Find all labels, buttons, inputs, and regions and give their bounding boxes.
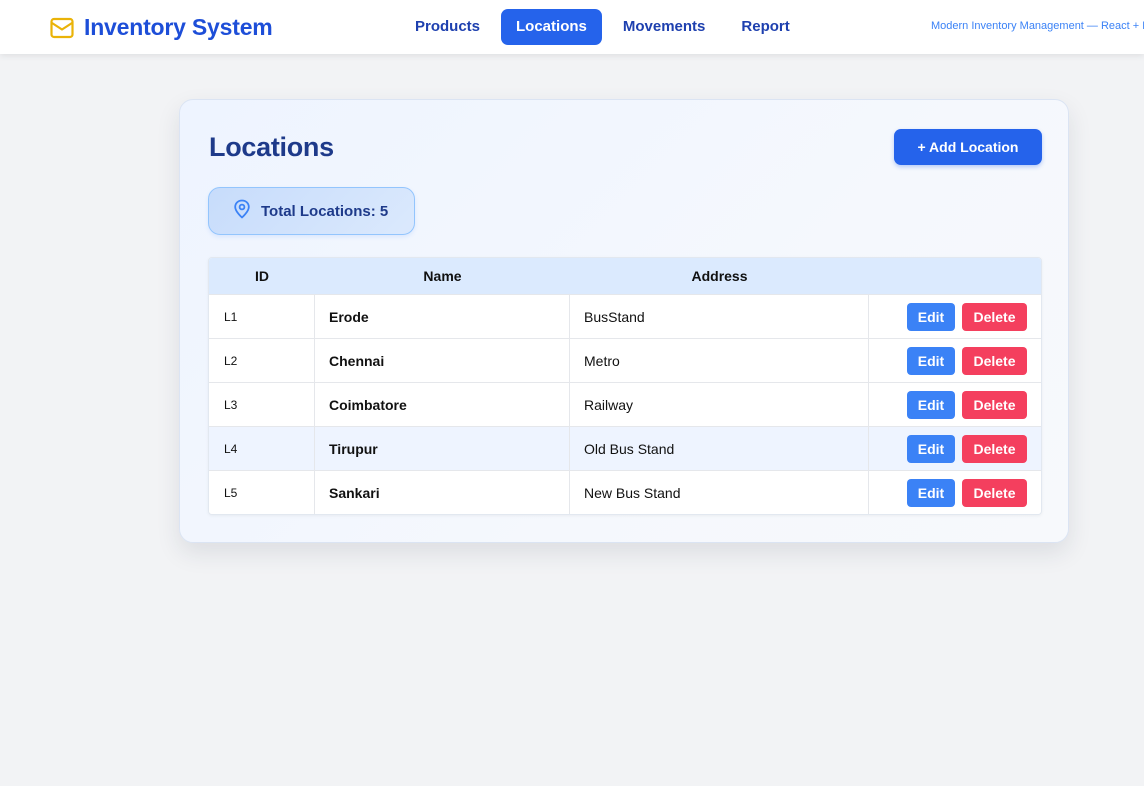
- edit-button[interactable]: Edit: [907, 479, 955, 507]
- delete-button[interactable]: Delete: [962, 479, 1027, 507]
- add-location-button[interactable]: + Add Location: [894, 129, 1042, 165]
- location-id: L2: [209, 339, 315, 383]
- table-row: L2 Chennai Metro Edit Delete: [209, 338, 1041, 383]
- locations-card: Locations + Add Location Total Locations…: [179, 99, 1069, 543]
- edit-button[interactable]: Edit: [907, 347, 955, 375]
- location-name: Erode: [315, 295, 570, 339]
- location-name: Sankari: [315, 471, 570, 514]
- page-title: Locations: [209, 132, 334, 162]
- main-nav: Products Locations Movements Report: [400, 9, 811, 45]
- location-address: New Bus Stand: [570, 471, 869, 514]
- location-address: Railway: [570, 383, 869, 427]
- delete-button[interactable]: Delete: [962, 303, 1027, 331]
- location-address: Metro: [570, 339, 869, 383]
- column-header-actions: [869, 258, 1041, 294]
- top-navbar: Inventory System Products Locations Move…: [0, 0, 1144, 54]
- location-id: L5: [209, 471, 315, 514]
- edit-button[interactable]: Edit: [907, 435, 955, 463]
- column-header-address: Address: [691, 268, 748, 284]
- brand[interactable]: Inventory System: [50, 14, 273, 41]
- delete-button[interactable]: Delete: [962, 391, 1027, 419]
- brand-title: Inventory System: [84, 14, 273, 40]
- row-actions: Edit Delete: [869, 295, 1041, 339]
- nav-report[interactable]: Report: [726, 9, 804, 45]
- edit-button[interactable]: Edit: [907, 391, 955, 419]
- nav-products[interactable]: Products: [400, 9, 495, 45]
- location-address: BusStand: [570, 295, 869, 339]
- locations-table: ID Name Address L1 Erode BusStand Edit D…: [208, 257, 1042, 515]
- map-pin-icon: [233, 199, 251, 224]
- delete-button[interactable]: Delete: [962, 347, 1027, 375]
- table-row: L4 Tirupur Old Bus Stand Edit Delete: [209, 426, 1041, 471]
- edit-button[interactable]: Edit: [907, 303, 955, 331]
- total-locations-badge: Total Locations: 5: [208, 187, 415, 235]
- location-name: Chennai: [315, 339, 570, 383]
- table-header: ID Name Address: [209, 258, 1041, 294]
- row-actions: Edit Delete: [869, 383, 1041, 427]
- location-name: Coimbatore: [315, 383, 570, 427]
- total-locations-label: Total Locations: 5: [261, 202, 389, 220]
- location-address: Old Bus Stand: [570, 427, 869, 471]
- nav-locations[interactable]: Locations: [501, 9, 602, 45]
- delete-button[interactable]: Delete: [962, 435, 1027, 463]
- column-header-name: Name: [423, 268, 462, 284]
- mail-box-icon: [50, 17, 74, 39]
- location-id: L1: [209, 295, 315, 339]
- row-actions: Edit Delete: [869, 471, 1041, 514]
- location-id: L4: [209, 427, 315, 471]
- table-row: L5 Sankari New Bus Stand Edit Delete: [209, 470, 1041, 514]
- table-row: L1 Erode BusStand Edit Delete: [209, 294, 1041, 339]
- table-row: L3 Coimbatore Railway Edit Delete: [209, 382, 1041, 427]
- row-actions: Edit Delete: [869, 339, 1041, 383]
- location-id: L3: [209, 383, 315, 427]
- location-name: Tirupur: [315, 427, 570, 471]
- header-tagline: Modern Inventory Management — React + Fl…: [931, 20, 1144, 32]
- column-header-id: ID: [255, 268, 269, 284]
- nav-movements[interactable]: Movements: [608, 9, 721, 45]
- row-actions: Edit Delete: [869, 427, 1041, 471]
